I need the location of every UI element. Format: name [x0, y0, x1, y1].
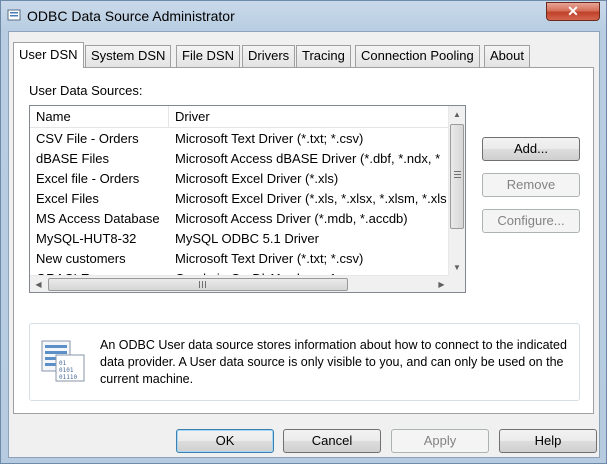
configure-button[interactable]: Configure...	[482, 209, 580, 233]
row-driver: Microsoft Excel Driver (*.xls, *.xlsx, *…	[175, 191, 447, 206]
tab-user-dsn[interactable]: User DSN	[13, 42, 84, 68]
tab-file-dsn[interactable]: File DSN	[176, 45, 241, 67]
svg-text:01: 01	[59, 360, 67, 367]
row-name: dBASE Files	[36, 151, 109, 166]
list-item[interactable]: New customers Microsoft Text Driver (*.tx…	[30, 249, 450, 269]
svg-text:01110: 01110	[59, 374, 77, 381]
svg-text:0101: 0101	[59, 367, 74, 374]
add-button[interactable]: Add...	[482, 137, 580, 161]
tab-drivers[interactable]: Drivers	[242, 45, 296, 67]
data-sources-list[interactable]: Name Driver CSV File - Orders Microsoft T…	[29, 105, 466, 293]
column-header-driver[interactable]: Driver	[169, 106, 450, 128]
user-data-sources-label: User Data Sources:	[29, 83, 143, 98]
dialog-client: User DSN System DSN File DSN Drivers Tra…	[8, 31, 600, 458]
cancel-button[interactable]: Cancel	[283, 429, 381, 453]
odbc-app-icon	[7, 9, 21, 21]
tab-connection-pooling[interactable]: Connection Pooling	[355, 45, 480, 67]
row-driver: Microsoft Access dBASE Driver (*.dbf, *.…	[175, 151, 441, 166]
list-item[interactable]: MS Access Database Microsoft Access Drive…	[30, 209, 450, 229]
vertical-scrollbar[interactable]: ▲ ▼	[448, 106, 465, 276]
dialog-window: ODBC Data Source Administrator ✕ User DS…	[0, 0, 607, 464]
tab-system-dsn[interactable]: System DSN	[85, 45, 172, 67]
row-name: MySQL-HUT8-32	[36, 231, 137, 246]
row-driver: Microsoft Excel Driver (*.xls)	[175, 171, 339, 186]
row-name: CSV File - Orders	[36, 131, 139, 146]
close-button[interactable]: ✕	[546, 2, 600, 21]
row-name: Excel Files	[36, 191, 99, 206]
row-name: Excel file - Orders	[36, 171, 140, 186]
list-item[interactable]: MySQL-HUT8-32 MySQL ODBC 5.1 Driver	[30, 229, 450, 249]
vertical-scroll-thumb[interactable]	[450, 124, 464, 229]
window-title: ODBC Data Source Administrator	[27, 8, 235, 24]
horizontal-scroll-thumb[interactable]	[48, 278, 348, 291]
list-item[interactable]: dBASE Files Microsoft Access dBASE Driver…	[30, 149, 450, 169]
info-box: 01 0101 01110 An ODBC User data source s…	[29, 323, 580, 401]
scroll-up-icon[interactable]: ▲	[449, 106, 465, 123]
info-text: An ODBC User data source stores informat…	[100, 338, 567, 386]
column-header-name[interactable]: Name	[30, 106, 169, 128]
grip-icon	[199, 281, 206, 288]
user-dsn-panel: User Data Sources: Name Driver CSV File …	[13, 67, 594, 414]
title-bar[interactable]: ODBC Data Source Administrator ✕	[1, 1, 606, 31]
grip-icon	[454, 171, 461, 178]
remove-button[interactable]: Remove	[482, 173, 580, 197]
data-source-icon: 01 0101 01110	[41, 340, 85, 382]
scroll-left-icon[interactable]: ◀	[30, 276, 47, 292]
row-name: New customers	[36, 251, 126, 266]
ok-button[interactable]: OK	[176, 429, 274, 453]
apply-button[interactable]: Apply	[391, 429, 489, 453]
list-item[interactable]: Excel Files Microsoft Excel Driver (*.xls…	[30, 189, 450, 209]
row-driver: Microsoft Text Driver (*.txt; *.csv)	[175, 251, 364, 266]
row-driver: Microsoft Text Driver (*.txt; *.csv)	[175, 131, 364, 146]
list-item[interactable]: CSV File - Orders Microsoft Text Driver (…	[30, 129, 450, 149]
scroll-down-icon[interactable]: ▼	[449, 259, 465, 276]
row-driver: MySQL ODBC 5.1 Driver	[175, 231, 319, 246]
horizontal-scrollbar[interactable]: ◀ ▶	[30, 275, 450, 292]
list-rows: CSV File - Orders Microsoft Text Driver (…	[30, 129, 450, 279]
list-header: Name Driver	[30, 106, 450, 128]
help-button[interactable]: Help	[499, 429, 597, 453]
tab-tracing[interactable]: Tracing	[296, 45, 351, 67]
scroll-corner	[448, 275, 465, 292]
row-driver: Microsoft Access Driver (*.mdb, *.accdb)	[175, 211, 408, 226]
tab-about[interactable]: About	[484, 45, 530, 67]
list-item[interactable]: Excel file - Orders Microsoft Excel Drive…	[30, 169, 450, 189]
row-name: MS Access Database	[36, 211, 160, 226]
